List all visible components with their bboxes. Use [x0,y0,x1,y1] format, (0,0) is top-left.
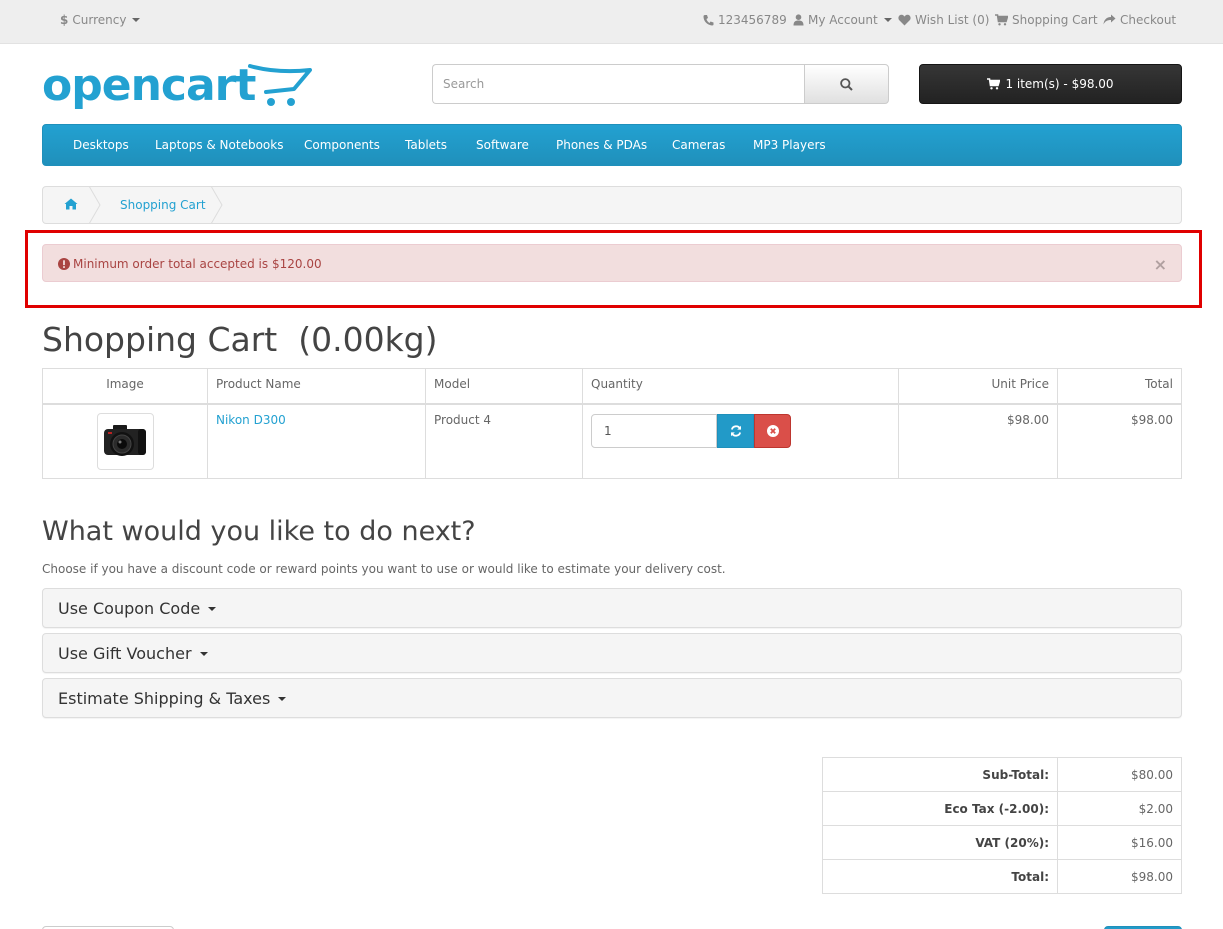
column-header-unit-price: Unit Price [898,368,1058,405]
phone-number: 123456789 [718,13,787,27]
logo-image: opencart [42,60,312,111]
total-value: $98.00 [1057,859,1182,894]
column-header-total: Total [1057,368,1182,405]
eco-tax-value: $2.00 [1057,791,1182,826]
currency-label: Currency [72,13,127,27]
menu-item-laptops[interactable]: Laptops & Notebooks [155,138,283,152]
cart-total-button[interactable]: 1 item(s) - $98.00 [919,64,1182,104]
menu-item-software[interactable]: Software [476,138,529,152]
shipping-panel[interactable]: Estimate Shipping & Taxes [42,678,1182,718]
totals-row: Eco Tax (-2.00): $2.00 [822,791,1182,826]
user-icon [793,14,804,26]
coupon-panel[interactable]: Use Coupon Code [42,588,1182,628]
product-thumbnail[interactable] [96,412,154,470]
menu-item-cameras[interactable]: Cameras [672,138,725,152]
shipping-panel-title: Estimate Shipping & Taxes [58,689,271,708]
vat-value: $16.00 [1057,825,1182,860]
vat-label: VAT (20%): [822,825,1058,860]
subtotal-value: $80.00 [1057,757,1182,792]
wish-list-link[interactable]: Wish List (0) [898,13,989,27]
breadcrumb-separator [211,186,223,224]
product-link[interactable]: Nikon D300 [216,413,286,427]
column-header-product-name: Product Name [207,368,426,405]
breadcrumb: Shopping Cart [42,186,1182,224]
table-header-row: Image Product Name Model Quantity Unit P… [42,368,1182,405]
alert-message: Minimum order total accepted is $120.00 [73,257,322,271]
column-header-model: Model [425,368,583,405]
total-label: Total: [822,859,1058,894]
share-icon [1103,14,1116,25]
menu-item-phones[interactable]: Phones & PDAs [556,138,647,152]
checkout-label: Checkout [1120,13,1177,27]
eco-tax-label: Eco Tax (-2.00): [822,791,1058,826]
totals-row: Sub-Total: $80.00 [822,757,1182,792]
totals-row: VAT (20%): $16.00 [822,825,1182,860]
shopping-cart-icon [987,78,1001,90]
heart-icon [898,14,911,26]
camera-image [104,425,146,456]
gift-voucher-panel[interactable]: Use Gift Voucher [42,633,1182,673]
home-icon [64,198,78,210]
checkout-link[interactable]: Checkout [1103,13,1176,27]
currency-symbol: $ [60,13,69,27]
cart-table: Image Product Name Model Quantity Unit P… [42,368,1182,479]
totals-row: Total: $98.00 [822,859,1182,894]
unit-price-cell: $98.00 [898,403,1058,479]
search-icon [840,77,853,91]
total-cell: $98.00 [1057,403,1182,479]
menu-item-mp3-players[interactable]: MP3 Players [753,138,826,152]
category-menu: Desktops Laptops & Notebooks Components … [42,124,1182,166]
product-image-cell [42,403,208,479]
phone-link[interactable]: 123456789 [703,13,787,27]
update-button[interactable] [717,413,754,448]
breadcrumb-separator [89,186,101,224]
chevron-down-icon [278,696,287,701]
quantity-cell [582,403,899,479]
next-steps-description: Choose if you have a discount code or re… [42,562,726,576]
remove-button[interactable] [754,413,791,448]
column-header-image: Image [42,368,208,405]
coupon-panel-title: Use Coupon Code [58,599,201,618]
currency-dropdown[interactable]: $ Currency [60,13,141,27]
cart-total-label: 1 item(s) - $98.00 [1005,77,1114,91]
times-circle-icon [766,424,779,437]
shopping-cart-icon [995,14,1008,26]
chevron-down-icon [199,651,208,656]
page-title: Shopping Cart (0.00kg) [42,320,438,359]
next-steps-title: What would you like to do next? [42,516,476,547]
subtotal-label: Sub-Total: [822,757,1058,792]
chevron-down-icon [883,18,892,22]
menu-item-components[interactable]: Components [304,138,380,152]
menu-item-tablets[interactable]: Tablets [405,138,447,152]
totals-table: Sub-Total: $80.00 Eco Tax (-2.00): $2.00… [822,757,1182,894]
opencart-logo[interactable]: opencart [42,60,312,114]
phone-icon [703,15,714,26]
wish-list-label: Wish List (0) [915,13,990,27]
quantity-input[interactable] [591,413,717,448]
chevron-down-icon [208,606,217,611]
shopping-cart-label: Shopping Cart [1012,13,1098,27]
product-model: Product 4 [425,403,583,479]
gift-voucher-panel-title: Use Gift Voucher [58,644,192,663]
shopping-cart-link[interactable]: Shopping Cart [995,13,1098,27]
breadcrumb-home[interactable] [64,198,78,213]
search-bar [432,64,889,104]
alert-close-button[interactable]: × [1154,255,1167,274]
logo-text: opencart [42,62,256,111]
my-account-dropdown[interactable]: My Account [793,13,892,27]
breadcrumb-current[interactable]: Shopping Cart [120,198,206,212]
quantity-group [591,413,890,448]
chevron-down-icon [132,18,141,22]
product-name-cell: Nikon D300 [207,403,426,479]
table-row: Nikon D300 Product 4 $98.00 $98.00 [42,403,1182,479]
exclamation-circle-icon [58,258,70,270]
minimum-order-alert: Minimum order total accepted is $120.00 … [42,244,1182,282]
my-account-label: My Account [808,13,878,27]
search-button[interactable] [804,64,889,104]
refresh-icon [730,424,741,437]
column-header-quantity: Quantity [582,368,899,405]
search-input[interactable] [432,64,804,104]
menu-item-desktops[interactable]: Desktops [73,138,129,152]
top-bar: $ Currency 123456789 My Account Wish Lis… [0,0,1223,44]
